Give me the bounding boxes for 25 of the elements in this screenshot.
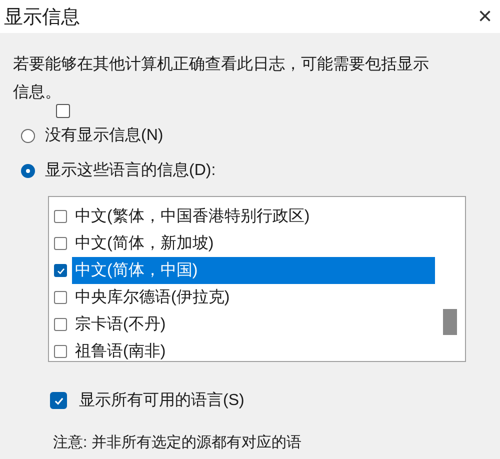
checkbox[interactable]: [54, 237, 67, 250]
scrollbar-thumb[interactable]: [443, 309, 457, 335]
language-item[interactable]: 中文(繁体，中国香港特别行政区): [72, 203, 435, 230]
checkbox[interactable]: [54, 264, 67, 277]
checkbox[interactable]: [54, 345, 67, 358]
close-button[interactable]: ×: [474, 4, 496, 28]
window-title: 显示信息: [4, 6, 80, 30]
radio-label: 显示这些语言的信息(D):: [45, 160, 216, 181]
radio-label: 没有显示信息(N): [45, 126, 164, 146]
description-text: 若要能够在其他计算机正确查看此日志，可能需要包括显示信息。: [13, 54, 430, 103]
checkbox[interactable]: [54, 291, 67, 304]
language-item[interactable]: 中文(简体，新加坡): [72, 230, 435, 257]
note-text: 注意: 并非所有选定的源都有对应的语: [53, 433, 302, 452]
check-icon: [56, 266, 66, 276]
language-item[interactable]: 宗卡语(不丹): [72, 311, 435, 338]
language-item[interactable]: 中央库尔德语(伊拉克): [72, 284, 435, 311]
checkbox[interactable]: [56, 104, 70, 118]
checkbox[interactable]: [50, 392, 67, 409]
language-item[interactable]: 中文(简体，中国): [72, 257, 435, 284]
radio-button[interactable]: [21, 164, 35, 178]
checkbox-label: 显示所有可用的语言(S): [79, 390, 244, 411]
checkbox[interactable]: [54, 210, 67, 223]
language-item[interactable]: 祖鲁语(南非): [72, 338, 435, 365]
radio-button[interactable]: [21, 128, 35, 142]
checkbox[interactable]: [54, 318, 67, 331]
